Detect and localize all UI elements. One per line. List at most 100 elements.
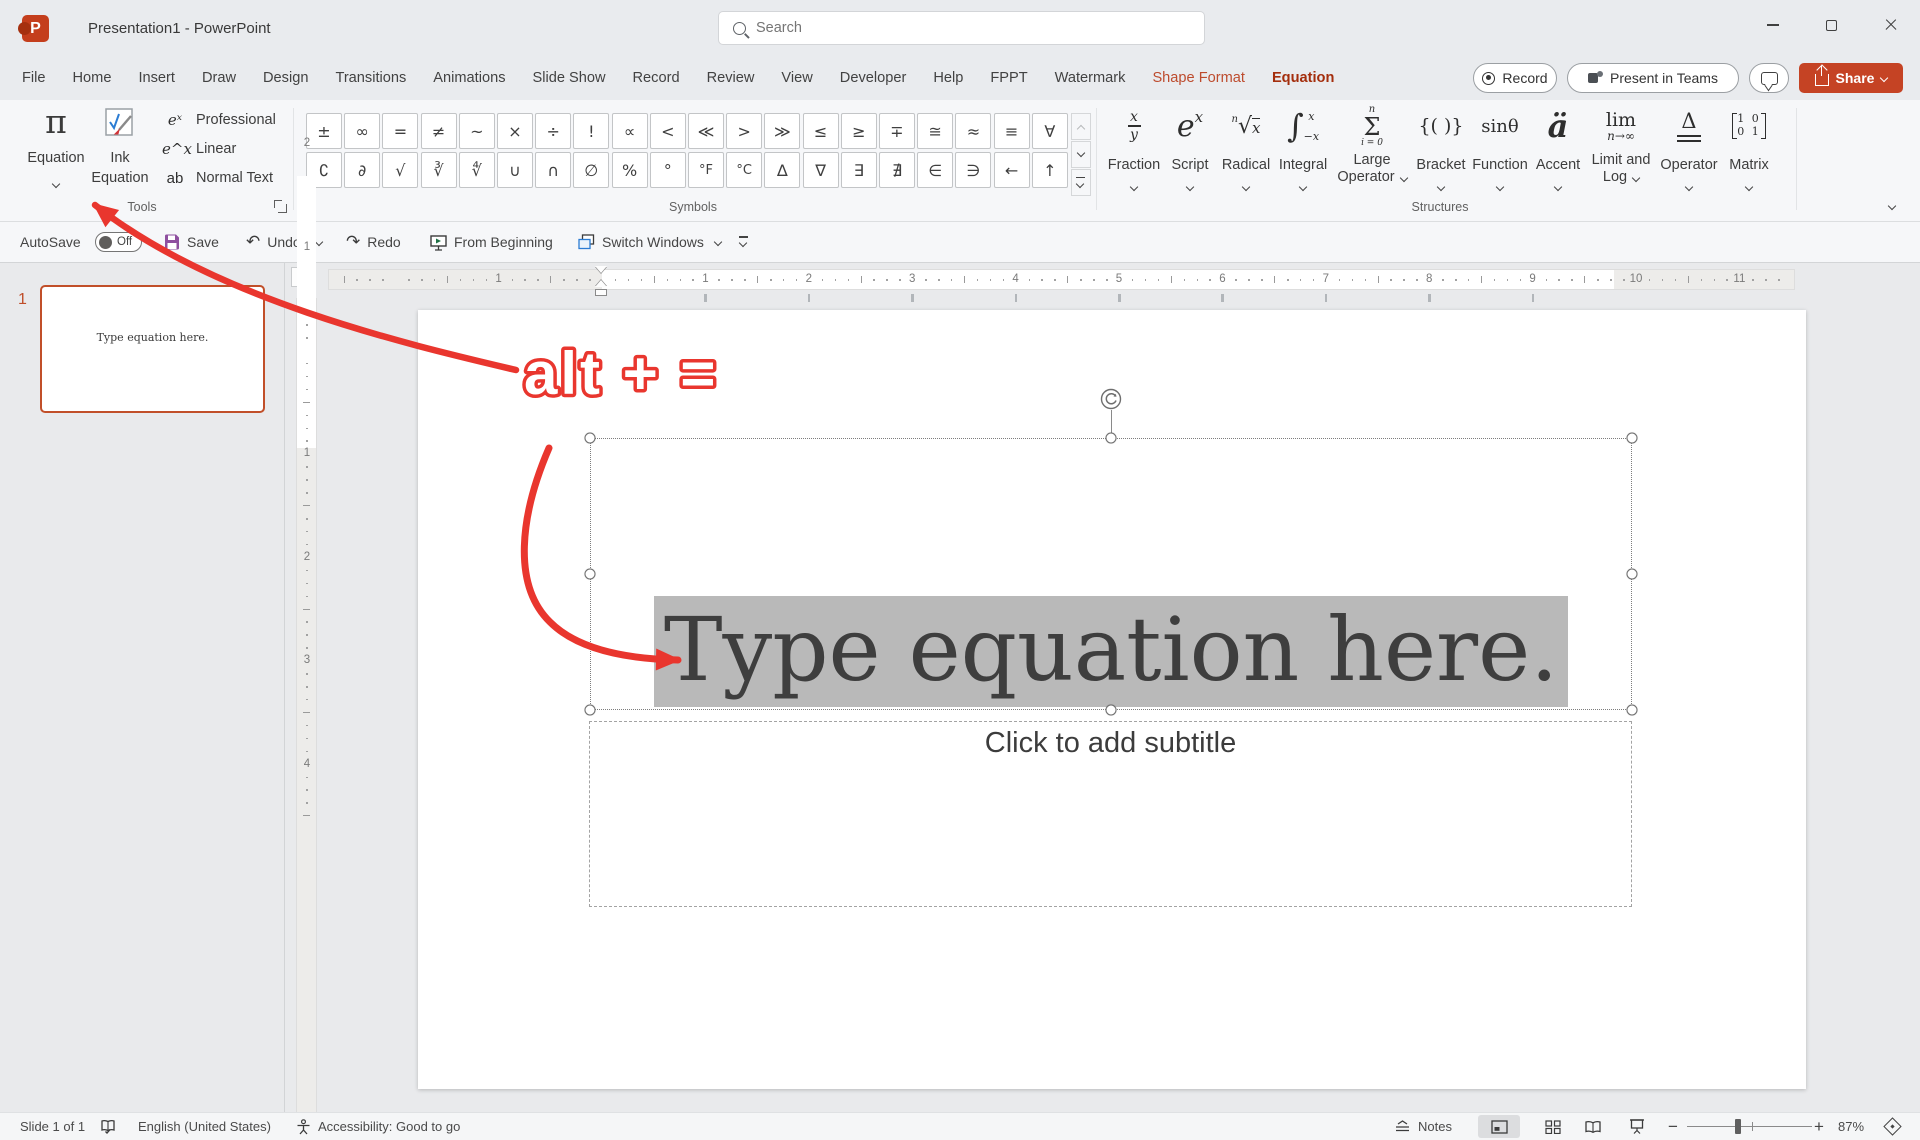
- indent-marker[interactable]: [595, 266, 607, 273]
- symbol-button-[interactable]: <: [649, 113, 686, 149]
- symbol-button-[interactable]: =: [382, 113, 419, 149]
- tab-help[interactable]: Help: [933, 70, 963, 86]
- symbol-button-[interactable]: ×: [497, 113, 533, 149]
- powerpoint-app-icon[interactable]: P: [18, 15, 49, 42]
- slide-thumbnail[interactable]: Type equation here.: [40, 285, 265, 413]
- switch-windows-button[interactable]: Switch Windows: [578, 222, 723, 262]
- symbol-button-[interactable]: ∄: [879, 152, 915, 188]
- symbol-button-[interactable]: ∜: [458, 152, 495, 188]
- language-indicator[interactable]: English (United States): [138, 1113, 271, 1140]
- symbol-button-[interactable]: ≈: [955, 113, 992, 149]
- tab-record[interactable]: Record: [633, 70, 680, 86]
- rotate-handle[interactable]: [1100, 388, 1122, 410]
- tab-shape-format[interactable]: Shape Format: [1152, 70, 1244, 86]
- symbol-button-[interactable]: ∝: [611, 113, 648, 149]
- selection-handle[interactable]: [1105, 432, 1117, 444]
- tab-transitions[interactable]: Transitions: [335, 70, 406, 86]
- structure-chevron[interactable]: [1707, 177, 1791, 195]
- zoom-out-button[interactable]: −: [1668, 1113, 1678, 1140]
- symbol-button-[interactable]: ≤: [802, 113, 839, 149]
- symbol-button-[interactable]: ≪: [688, 113, 724, 149]
- symbol-button-[interactable]: ≡: [993, 113, 1030, 149]
- customize-toolbar-button[interactable]: [738, 222, 750, 262]
- symbols-more-button[interactable]: [1071, 169, 1091, 196]
- symbol-button-[interactable]: ±: [306, 113, 342, 149]
- tab-draw[interactable]: Draw: [202, 70, 236, 86]
- symbol-button-[interactable]: √: [382, 152, 419, 188]
- equation-text[interactable]: Type equation here.: [590, 596, 1632, 707]
- selection-handle[interactable]: [1105, 704, 1117, 716]
- symbol-button-[interactable]: °: [649, 152, 686, 188]
- tools-dialog-launcher-icon[interactable]: [272, 198, 287, 213]
- tab-review[interactable]: Review: [707, 70, 755, 86]
- tab-equation[interactable]: Equation: [1272, 70, 1334, 86]
- zoom-percentage[interactable]: 87%: [1838, 1113, 1864, 1140]
- symbol-button-[interactable]: ∇: [802, 152, 839, 188]
- close-button[interactable]: [1867, 0, 1914, 50]
- comments-button[interactable]: [1749, 63, 1789, 93]
- tab-developer[interactable]: Developer: [840, 70, 907, 86]
- collapse-ribbon-button[interactable]: [1882, 196, 1902, 216]
- symbol-button-[interactable]: !: [573, 113, 610, 149]
- structure-matrix[interactable]: 1 00 1 Matrix: [1707, 100, 1791, 195]
- search-box[interactable]: [718, 11, 1205, 45]
- symbols-scroll-down-button[interactable]: [1071, 141, 1091, 168]
- record-button[interactable]: Record: [1473, 63, 1557, 93]
- slide-sorter-view-button[interactable]: [1532, 1115, 1574, 1138]
- symbol-button-[interactable]: ∅: [573, 152, 610, 188]
- spell-check-button[interactable]: [100, 1113, 116, 1140]
- zoom-slider-thumb[interactable]: [1735, 1119, 1741, 1134]
- symbol-button-[interactable]: ∂: [344, 152, 381, 188]
- symbol-button-[interactable]: >: [726, 113, 763, 149]
- symbol-button-[interactable]: ∛: [420, 152, 457, 188]
- symbol-button-[interactable]: ←: [993, 152, 1030, 188]
- indent-marker-box[interactable]: [595, 289, 607, 296]
- tab-watermark[interactable]: Watermark: [1055, 70, 1126, 86]
- zoom-slider-track[interactable]: [1687, 1126, 1812, 1128]
- minimize-button[interactable]: [1749, 0, 1796, 50]
- save-button[interactable]: Save: [164, 222, 219, 262]
- tab-design[interactable]: Design: [263, 70, 308, 86]
- zoom-in-button[interactable]: +: [1814, 1113, 1824, 1140]
- linear-button[interactable]: e^x Linear: [162, 137, 292, 161]
- panel-divider[interactable]: [284, 263, 285, 1112]
- tab-insert[interactable]: Insert: [138, 70, 175, 86]
- symbol-button-[interactable]: ~: [458, 113, 495, 149]
- equation-dropdown-chevron[interactable]: [51, 174, 61, 192]
- tab-file[interactable]: File: [22, 70, 46, 86]
- selection-handle[interactable]: [1626, 568, 1638, 580]
- slide-canvas[interactable]: Type equation here. Click to add subtitl…: [418, 310, 1806, 1089]
- symbol-button-[interactable]: ∈: [917, 152, 954, 188]
- fit-slide-to-window-icon[interactable]: [1883, 1117, 1902, 1136]
- professional-button[interactable]: eˣ Professional: [162, 108, 292, 132]
- symbol-button-[interactable]: ∞: [344, 113, 381, 149]
- symbol-button-[interactable]: ∪: [497, 152, 533, 188]
- symbol-button-[interactable]: ∆: [764, 152, 801, 188]
- tab-slide-show[interactable]: Slide Show: [533, 70, 606, 86]
- tab-view[interactable]: View: [781, 70, 812, 86]
- selection-handle[interactable]: [584, 704, 596, 716]
- symbol-button-f[interactable]: °F: [688, 152, 724, 188]
- slideshow-view-button[interactable]: [1616, 1115, 1658, 1138]
- autosave-toggle[interactable]: Off: [95, 232, 142, 252]
- tab-home[interactable]: Home: [73, 70, 112, 86]
- selection-handle[interactable]: [584, 432, 596, 444]
- symbol-button-[interactable]: ∓: [879, 113, 915, 149]
- symbol-button-[interactable]: ≠: [420, 113, 457, 149]
- selection-handle[interactable]: [584, 568, 596, 580]
- accessibility-checker[interactable]: Accessibility: Good to go: [296, 1113, 460, 1140]
- symbol-button-c[interactable]: °C: [726, 152, 763, 188]
- present-in-teams-button[interactable]: Present in Teams: [1567, 63, 1739, 93]
- symbol-button-[interactable]: ∀: [1031, 113, 1068, 149]
- symbol-button-[interactable]: ↑: [1031, 152, 1068, 188]
- symbols-scroll-up-button[interactable]: [1071, 113, 1091, 140]
- selection-handle[interactable]: [1626, 704, 1638, 716]
- share-button[interactable]: Share: [1799, 63, 1903, 93]
- tab-fppt[interactable]: FPPT: [990, 70, 1027, 86]
- selection-handle[interactable]: [1626, 432, 1638, 444]
- normal-view-button[interactable]: [1478, 1115, 1520, 1138]
- redo-button[interactable]: ↷ Redo: [346, 222, 401, 262]
- notes-button[interactable]: Notes: [1394, 1113, 1452, 1140]
- symbol-button-[interactable]: ≫: [764, 113, 801, 149]
- subtitle-placeholder-text[interactable]: Click to add subtitle: [589, 727, 1632, 760]
